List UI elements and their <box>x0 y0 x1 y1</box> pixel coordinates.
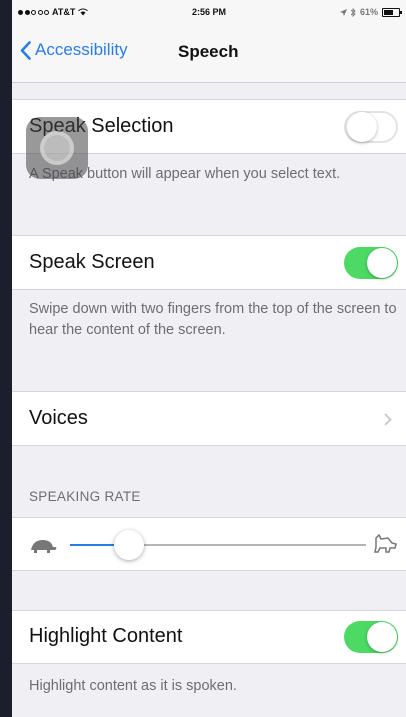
hare-icon <box>374 534 397 553</box>
status-right: 61% <box>339 7 402 17</box>
status-bar: AT&T 2:56 PM 61% <box>12 0 406 22</box>
settings-screen: AT&T 2:56 PM 61% Accessibility Speech Sp… <box>12 0 406 717</box>
battery-level-fill <box>384 9 393 15</box>
highlight-content-footer: Highlight content as it is spoken. <box>29 678 237 694</box>
speak-screen-row: Speak Screen <box>12 235 406 290</box>
battery-percent: 61% <box>359 7 378 17</box>
speak-screen-toggle[interactable] <box>344 247 398 279</box>
chevron-left-icon <box>20 40 31 60</box>
highlight-content-toggle[interactable] <box>344 621 398 653</box>
chevron-right-icon <box>384 413 392 426</box>
highlight-content-label: Highlight Content <box>29 625 183 647</box>
speaking-rate-slider-thumb[interactable] <box>114 530 145 560</box>
speaking-rate-header: SPEAKING RATE <box>29 489 141 504</box>
navigation-bar: Accessibility Speech <box>12 22 406 83</box>
bluetooth-icon <box>350 7 356 17</box>
back-button[interactable]: Accessibility <box>20 40 128 60</box>
back-button-label: Accessibility <box>35 40 128 59</box>
speak-screen-footer: Swipe down with two fingers from the top… <box>29 301 397 338</box>
assistive-touch-icon <box>40 131 74 165</box>
location-arrow-icon <box>339 8 347 16</box>
battery-icon <box>382 7 402 17</box>
page-title: Speech <box>178 42 239 61</box>
tortoise-icon <box>31 540 57 553</box>
speaking-rate-slider-track[interactable] <box>70 530 366 560</box>
assistive-touch-button[interactable] <box>26 117 88 179</box>
speak-screen-label: Speak Screen <box>29 251 155 273</box>
speaking-rate-row <box>12 517 406 571</box>
highlight-content-row: Highlight Content <box>12 610 406 664</box>
voices-row[interactable]: Voices <box>12 391 406 446</box>
voices-label: Voices <box>29 407 88 429</box>
speak-selection-toggle[interactable] <box>344 111 398 143</box>
